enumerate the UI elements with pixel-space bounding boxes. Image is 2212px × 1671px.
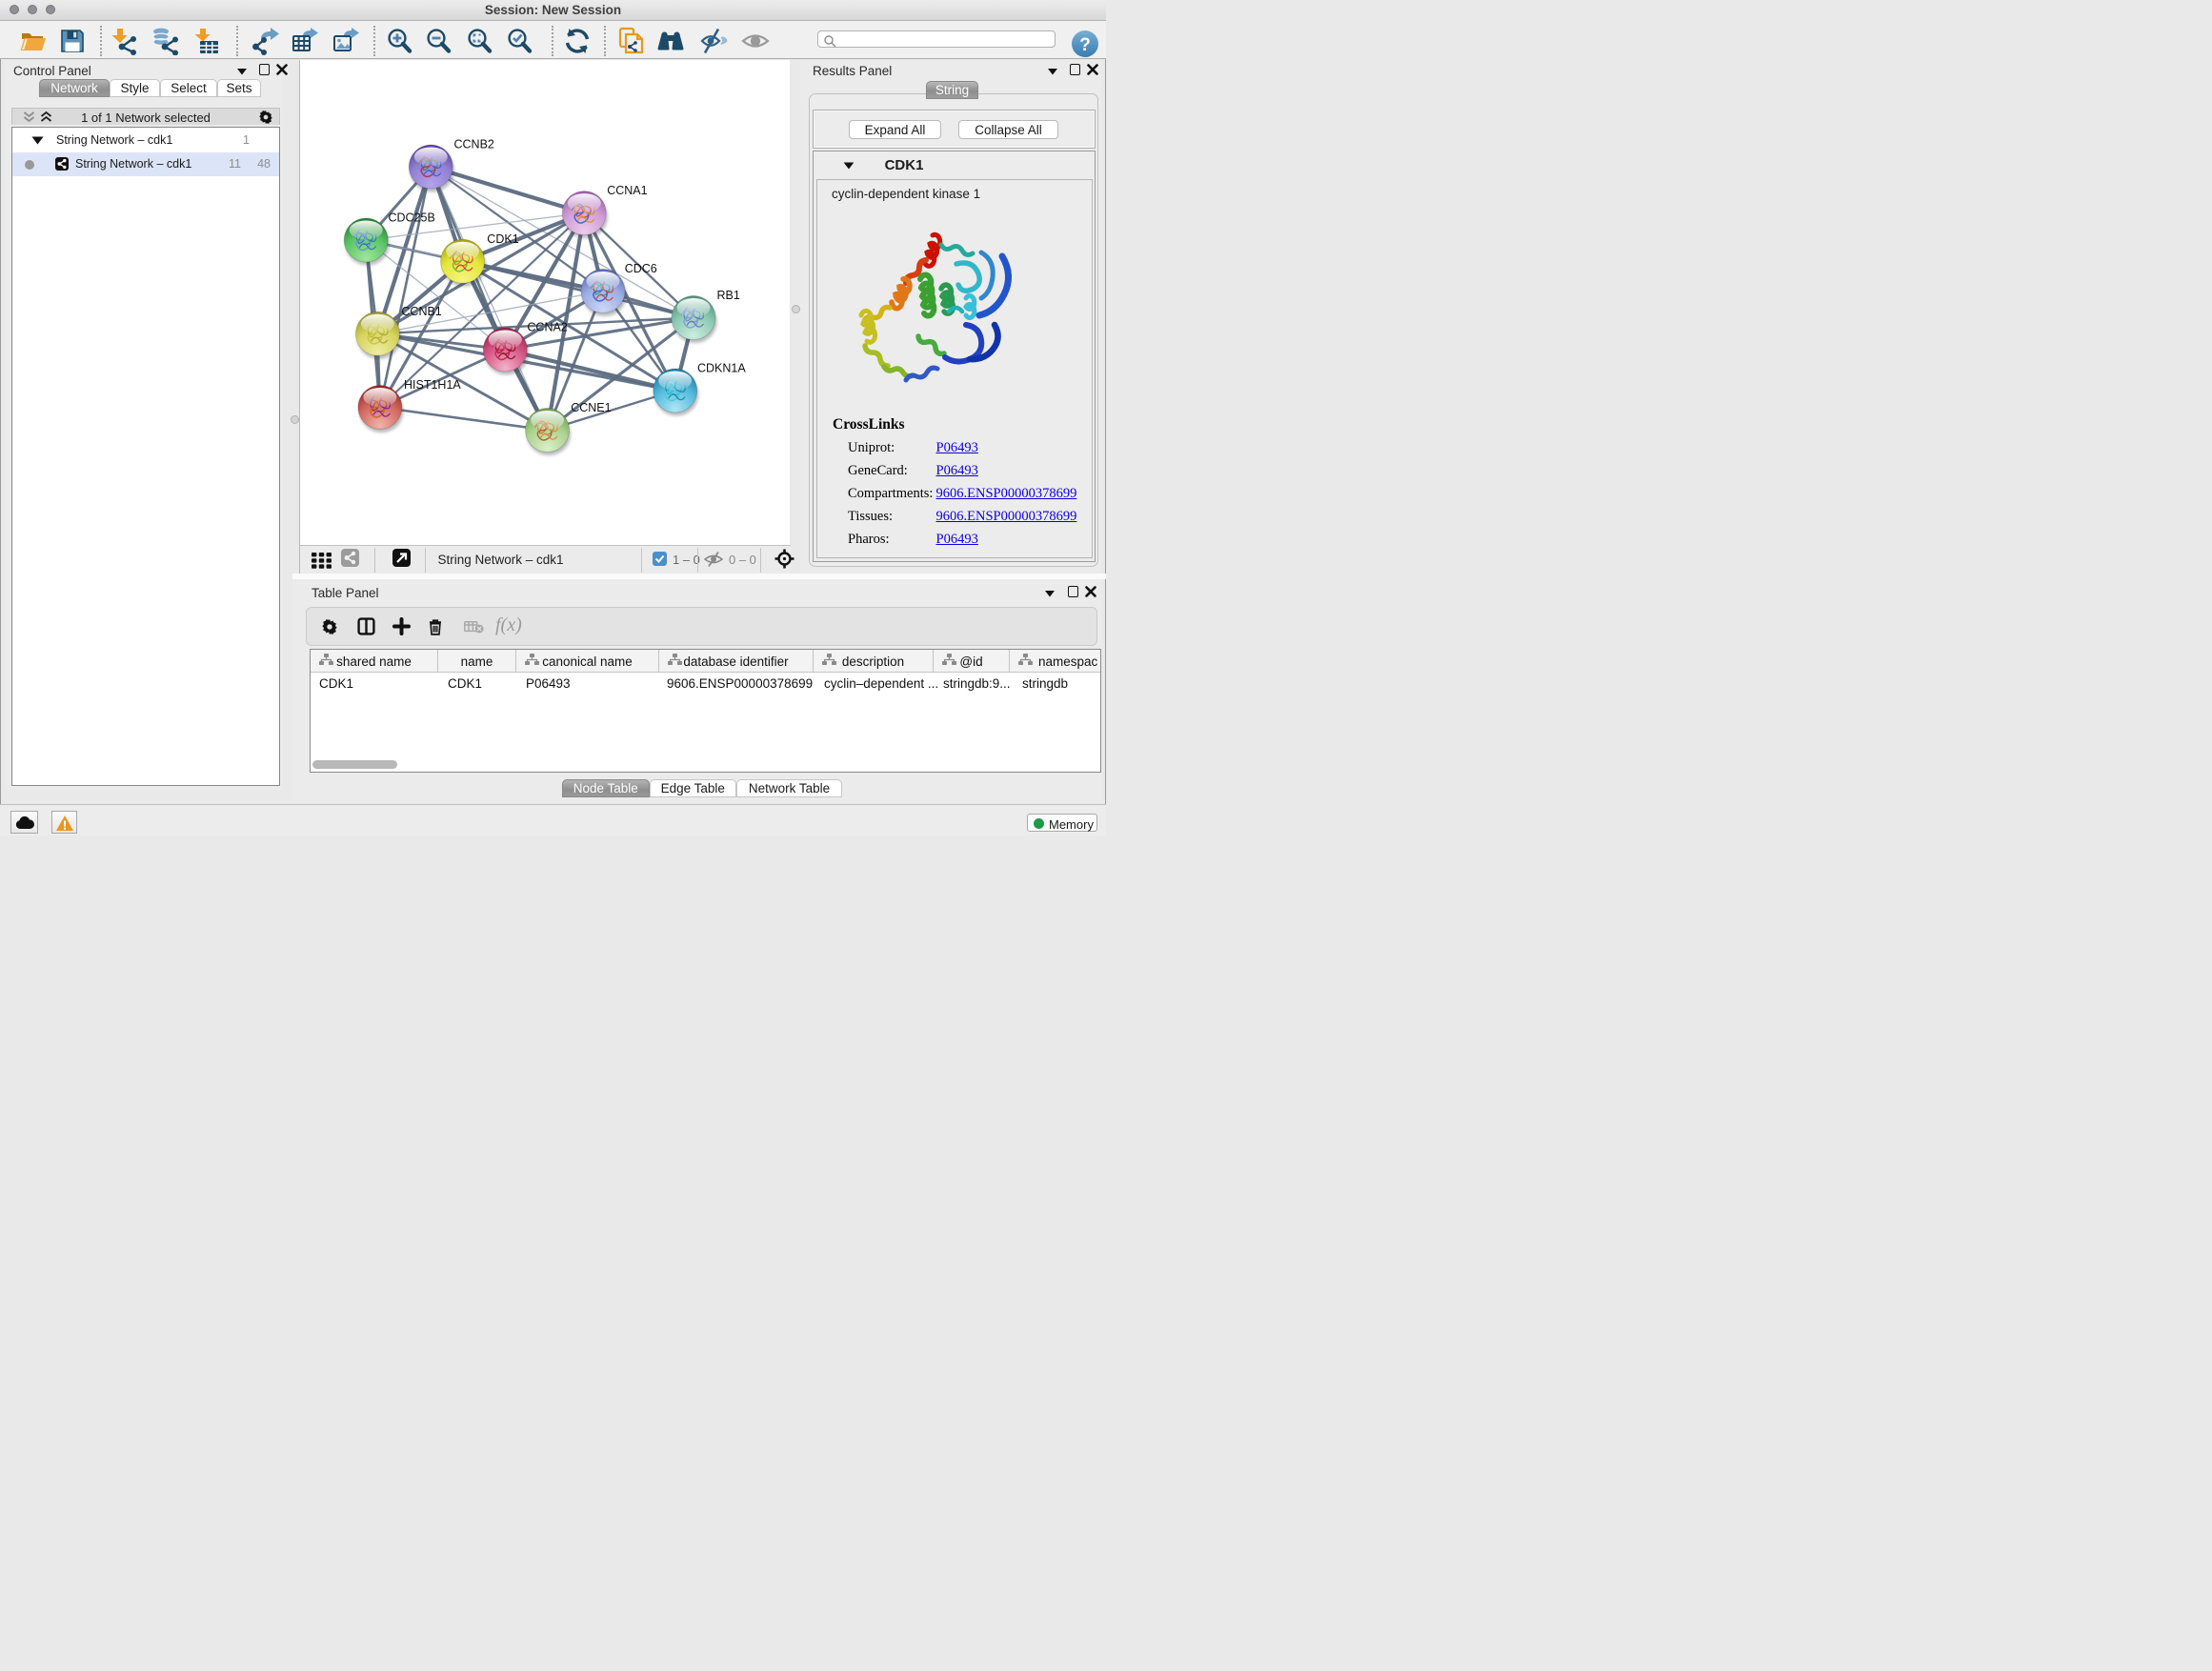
svg-text:CDKN1A: CDKN1A xyxy=(697,361,746,374)
svg-text:?: ? xyxy=(1079,35,1091,55)
svg-text:CDK1: CDK1 xyxy=(487,232,518,245)
svg-text:CCNE1: CCNE1 xyxy=(571,401,611,414)
svg-text:CDC6: CDC6 xyxy=(625,262,657,275)
svg-text:RB1: RB1 xyxy=(717,289,740,302)
svg-text:CDC25B: CDC25B xyxy=(389,211,435,224)
svg-text:CCNA1: CCNA1 xyxy=(607,184,647,197)
svg-text:HIST1H1A: HIST1H1A xyxy=(404,378,461,392)
svg-text:CCNA2: CCNA2 xyxy=(527,320,567,333)
svg-text:CCNB2: CCNB2 xyxy=(454,137,494,151)
svg-text:CCNB1: CCNB1 xyxy=(401,304,441,317)
